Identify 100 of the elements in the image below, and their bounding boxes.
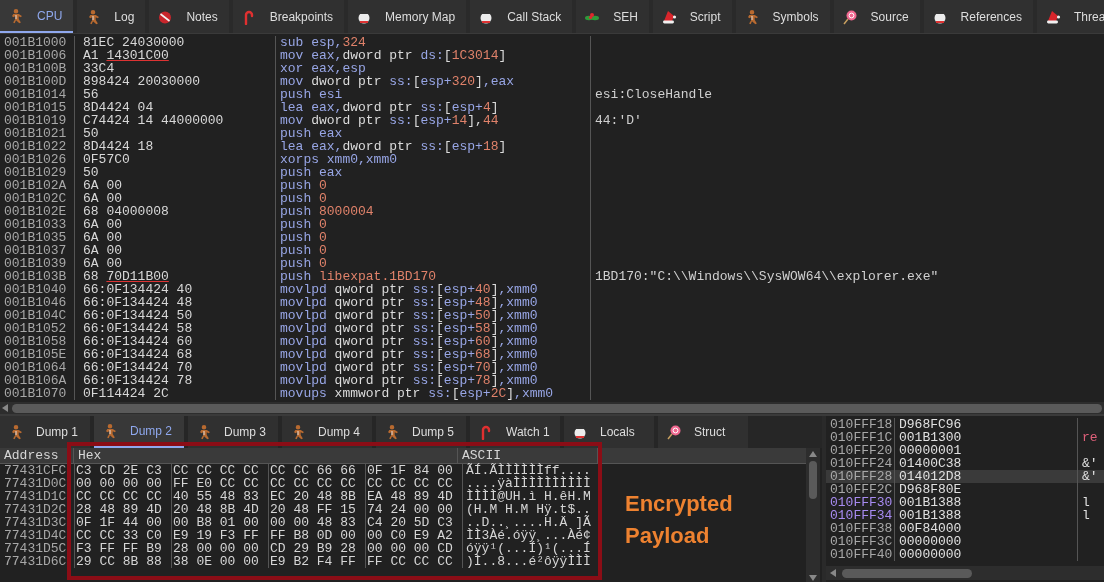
instruction-cell: push 0: [280, 178, 327, 193]
bytes-cell: A1 14301C00: [83, 48, 169, 63]
santa-hat-icon: [660, 8, 677, 25]
bytes-cell: 6A 00: [83, 230, 122, 245]
stack-row[interactable]: 010FFF2C D968F80E: [826, 483, 1104, 496]
hex-cell: E9 B2 F4 FF: [268, 555, 365, 568]
instruction-cell: movlpd qword ptr ss:[esp+60],xmm0: [280, 334, 538, 349]
value-cell: 001B1300: [894, 431, 1077, 444]
value-cell: 00F84000: [894, 522, 1077, 535]
value-cell: 00000001: [894, 444, 1077, 457]
vertical-scrollbar[interactable]: [806, 448, 820, 582]
cpu-tab[interactable]: Memory Map: [348, 0, 467, 33]
comment-cell: l: [1082, 508, 1090, 523]
cpu-tab[interactable]: References: [923, 0, 1033, 33]
address-cell-text: 010FFF3C: [829, 535, 894, 548]
instruction-cell: mov eax,dword ptr ds:[1C3014]: [280, 48, 507, 63]
address-cell-text: 001B1039: [3, 257, 68, 270]
instruction-cell: lea eax,dword ptr ss:[esp+18]: [280, 139, 507, 154]
address-cell-text: 001B1015: [3, 101, 68, 114]
cpu-tab[interactable]: Source: [833, 0, 920, 33]
hex-cell: FF E0 CC CC: [171, 477, 268, 490]
bytes-cell: 66:0F134424 70: [83, 360, 193, 375]
hex-cell: FF CC CC CC: [365, 555, 462, 568]
bytes-cell: 8D4424 18: [83, 139, 154, 154]
column-header[interactable]: ASCII: [458, 448, 598, 463]
address-cell-text: 010FFF2C: [829, 483, 894, 496]
instruction-cell: xor eax,esp: [280, 61, 366, 76]
instruction-cell: movlpd qword ptr ss:[esp+78],xmm0: [280, 373, 538, 388]
stack-row[interactable]: 010FFF28 014012D8 &': [826, 470, 1104, 483]
dump-tab[interactable]: Struct: [658, 416, 748, 448]
stack-row[interactable]: 010FFF40 00000000: [826, 548, 1104, 561]
instruction-cell: movlpd qword ptr ss:[esp+68],xmm0: [280, 347, 538, 362]
instruction-cell: push 0: [280, 217, 327, 232]
dump-tab[interactable]: Dump 1: [0, 416, 90, 448]
bytes-cell: 66:0F134424 50: [83, 308, 193, 323]
stack-row[interactable]: 010FFF38 00F84000: [826, 522, 1104, 535]
ascii-cell: óÿÿ¹(...Í)¹(...Í: [462, 542, 602, 555]
horizontal-scrollbar[interactable]: [826, 566, 1104, 580]
cpu-tab[interactable]: Symbols: [735, 0, 830, 33]
stack-row[interactable]: 010FFF3C 00000000: [826, 535, 1104, 548]
value-cell: 00000000: [894, 535, 1077, 548]
lollipop-icon: [666, 424, 682, 440]
column-header[interactable]: Hex: [74, 448, 458, 463]
bytes-cell: 6A 00: [83, 243, 122, 258]
stack-row[interactable]: 010FFF1C 001B1300 re: [826, 431, 1104, 444]
value-cell: 014012D8: [894, 470, 1077, 483]
stack-row[interactable]: 010FFF30 001B1388 l: [826, 496, 1104, 509]
bytes-cell: 6A 00: [83, 217, 122, 232]
address-cell-text: 001B100B: [3, 62, 68, 75]
cpu-tab[interactable]: Notes: [149, 0, 229, 33]
cpu-tab[interactable]: SEH: [576, 0, 649, 33]
bytes-cell: 6A 00: [83, 191, 122, 206]
comment-cell: esi:CloseHandle: [595, 87, 713, 102]
stack-row[interactable]: 010FFF18 D968FC96: [826, 418, 1104, 431]
address-cell-text: 001B1058: [3, 335, 68, 348]
bytes-cell: 81EC 24030000: [83, 35, 185, 50]
address-cell-text: 001B102E: [3, 205, 68, 218]
address-cell-text: 001B1040: [3, 283, 68, 296]
address-cell-text: 001B1006: [3, 49, 68, 62]
cpu-tab[interactable]: Breakpoints: [232, 0, 345, 33]
stack-row[interactable]: 010FFF20 00000001: [826, 444, 1104, 457]
stack-row[interactable]: 010FFF34 001B1388 l: [826, 509, 1104, 522]
ascii-cell: ÌÌ3Àé.óÿÿ¸...Àé¢: [462, 529, 602, 542]
address-cell-text: 001B104C: [3, 309, 68, 322]
address-cell-text: 001B102C: [3, 192, 68, 205]
hex-cell: 00 B8 01 00: [171, 516, 268, 529]
address-cell-text: 010FFF30: [829, 496, 894, 509]
cpu-tab[interactable]: Log: [77, 0, 146, 33]
address-cell-text: 77431D3C: [3, 516, 68, 529]
dump-tab[interactable]: Locals: [564, 416, 654, 448]
horizontal-scrollbar[interactable]: [0, 402, 1104, 414]
address-cell-text: 001B102A: [3, 179, 68, 192]
cpu-tab[interactable]: CPU: [0, 0, 74, 33]
ascii-cell: ..D..¸....H.Ä ]Ã: [462, 516, 602, 529]
hex-cell: 0F 1F 84 00: [365, 464, 462, 477]
instruction-cell: push eax: [280, 126, 343, 141]
ascii-cell: )Ì..8...é²ôÿÿÌÌÌ: [462, 555, 602, 568]
lollipop-icon: [841, 8, 858, 25]
address-cell-text: 001B1070: [3, 387, 68, 400]
bytes-cell: 68 04000008: [83, 204, 169, 219]
address-cell-text: 010FFF28: [829, 470, 894, 483]
bytes-cell: 66:0F134424 78: [83, 373, 193, 388]
bytes-cell: 50: [83, 126, 99, 141]
hex-cell: 20 48 8B 4D: [171, 503, 268, 516]
hex-cell: CC CC CC CC: [171, 464, 268, 477]
comment-cell: 44:'D': [595, 113, 642, 128]
hex-cell: FF B8 0D 00: [268, 529, 365, 542]
instruction-cell: lea eax,dword ptr ss:[esp+4]: [280, 100, 499, 115]
hex-cell: EC 20 48 8B: [268, 490, 365, 503]
bytes-cell: 50: [83, 165, 99, 180]
column-header[interactable]: Address: [0, 448, 74, 463]
instruction-cell: push 0: [280, 230, 327, 245]
bytes-cell: 6A 00: [83, 178, 122, 193]
address-cell-text: 001B1046: [3, 296, 68, 309]
bytes-cell: 8D4424 04: [83, 100, 154, 115]
cpu-tab[interactable]: Script: [652, 0, 732, 33]
cpu-tab[interactable]: Call Stack: [470, 0, 573, 33]
bytes-cell: 66:0F134424 40: [83, 282, 193, 297]
hex-cell: EA 48 89 4D: [365, 490, 462, 503]
instruction-cell: push 0: [280, 191, 327, 206]
